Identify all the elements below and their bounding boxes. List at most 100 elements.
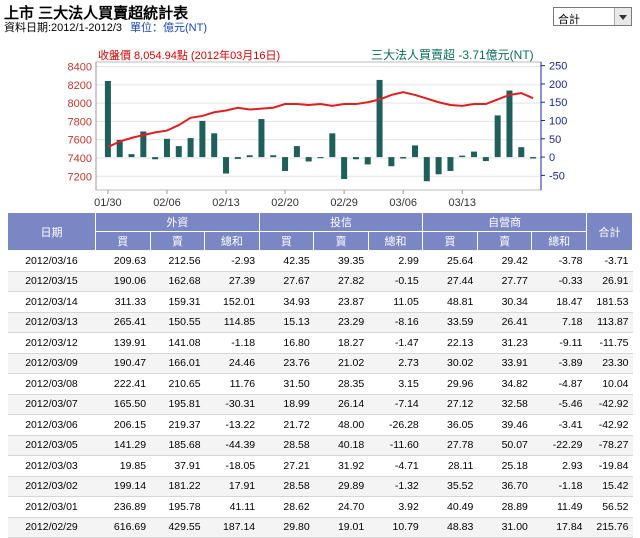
table-cell: 39.35 — [313, 250, 369, 272]
table-cell: 40.49 — [422, 496, 478, 518]
table-cell: 265.41 — [95, 312, 151, 333]
row-date: 2012/03/15 — [7, 271, 96, 292]
table-cell: -1.18 — [531, 476, 587, 497]
right-tick-label: 250 — [549, 61, 567, 73]
left-tick-label: 8200 — [68, 80, 92, 92]
table-cell: 35.52 — [422, 476, 478, 497]
table-cell: -4.71 — [368, 455, 423, 477]
table-cell: 27.82 — [313, 271, 369, 292]
table-cell: 50.07 — [477, 435, 532, 456]
table-cell: 21.72 — [259, 414, 314, 436]
x-tick-label: 02/20 — [271, 197, 299, 209]
table-cell: 113.87 — [586, 312, 633, 333]
table-cell: 210.65 — [150, 373, 205, 395]
table-cell: 30.02 — [422, 353, 478, 374]
table-cell: -0.33 — [531, 271, 587, 292]
table-cell: 23.87 — [313, 291, 369, 313]
left-tick-label: 7600 — [68, 135, 92, 147]
table-cell: -26.28 — [368, 414, 423, 436]
table-cell: 25.18 — [477, 455, 532, 477]
x-tick-label: 02/13 — [212, 197, 240, 209]
bar — [329, 133, 336, 158]
net-label: 三大法人買賣超 -3.71億元(NT) — [371, 47, 534, 62]
row-date: 2012/03/01 — [7, 496, 96, 518]
table-cell: 40.18 — [313, 435, 369, 456]
table-cell: 165.50 — [95, 394, 151, 415]
chevron-down-icon[interactable] — [614, 8, 631, 25]
table-row: 2012/03/14 311.33 159.31 152.01 34.93 23.87 11… — [7, 291, 633, 313]
bar — [258, 119, 265, 158]
right-axis: 250 200 150 100 50 0 -50 — [540, 61, 567, 190]
close-price-label: 收盤價 8,054.94點 (2012年03月16日) — [98, 48, 280, 62]
table-cell: 48.81 — [422, 291, 478, 313]
x-tick-label: 03/06 — [389, 197, 417, 209]
table-cell: 2.93 — [531, 455, 587, 477]
bar — [494, 115, 501, 158]
table-cell: 141.08 — [150, 332, 205, 354]
table-row: 2012/03/09 190.47 166.01 24.46 23.76 21.02 2.7… — [7, 353, 633, 374]
table-cell: -4.87 — [531, 373, 587, 395]
table-cell: 34.93 — [259, 291, 314, 313]
table-cell: 31.50 — [259, 373, 314, 395]
left-tick-label: 7400 — [68, 153, 92, 165]
header-trust-buy: 買 — [258, 231, 315, 251]
table-cell: 42.35 — [259, 250, 314, 272]
table-cell: 11.76 — [204, 373, 260, 395]
bar — [234, 157, 241, 159]
table-cell: 34.82 — [477, 373, 532, 395]
row-date: 2012/03/16 — [7, 250, 96, 272]
table-cell: 7.18 — [531, 312, 587, 333]
table-cell: -3.78 — [531, 250, 587, 272]
market-select[interactable]: 合計 — [553, 7, 632, 26]
left-tick-label: 7200 — [68, 171, 92, 183]
bar — [341, 157, 348, 180]
header-trust: 投信 — [258, 212, 424, 232]
x-axis: 01/30 02/06 02/13 02/20 02/29 03/06 03/13 — [94, 190, 476, 209]
table-cell: 616.69 — [95, 517, 151, 538]
table-cell: 215.76 — [586, 517, 633, 538]
row-date: 2012/03/13 — [7, 312, 96, 333]
bar — [175, 146, 182, 158]
table-cell: 11.05 — [368, 291, 423, 313]
table-cell: 15.42 — [586, 476, 633, 497]
left-tick-label: 7800 — [68, 116, 92, 128]
table-cell: 27.21 — [259, 455, 314, 477]
table-cell: 48.83 — [422, 517, 478, 538]
bar — [270, 155, 277, 158]
table-cell: 36.05 — [422, 414, 478, 436]
table-cell: 19.85 — [95, 455, 151, 477]
table-cell: 27.78 — [422, 435, 478, 456]
table-row: 2012/03/13 265.41 150.55 114.85 15.13 23.29 -8… — [7, 312, 633, 333]
table-cell: 23.29 — [313, 312, 369, 333]
bar — [163, 138, 170, 158]
row-date: 2012/03/05 — [7, 435, 96, 456]
table-cell: 141.29 — [95, 435, 151, 456]
table-row: 2012/03/03 19.85 37.91 -18.05 27.21 31.92 -4.7… — [7, 455, 633, 477]
table-cell: 41.11 — [204, 496, 260, 518]
table-cell: 311.33 — [95, 291, 151, 313]
table-cell: 29.96 — [422, 373, 478, 395]
table-cell: -2.93 — [204, 250, 260, 272]
bar — [447, 157, 454, 171]
table-cell: 26.91 — [586, 271, 633, 292]
table-cell: 48.00 — [313, 414, 369, 436]
table-cell: 27.39 — [204, 271, 260, 292]
left-tick-label: 8400 — [68, 62, 92, 74]
x-tick-label: 03/13 — [448, 197, 476, 209]
table-cell: -3.71 — [586, 250, 633, 272]
right-tick-label: 0 — [549, 152, 555, 164]
table-cell: 28.58 — [259, 435, 314, 456]
header-dealer: 自營商 — [422, 212, 587, 232]
bar — [530, 157, 537, 159]
bar — [352, 157, 359, 160]
table-cell: 3.92 — [368, 496, 423, 518]
table-cell: -7.14 — [368, 394, 423, 415]
table-cell: 25.64 — [422, 250, 478, 272]
bar — [518, 147, 525, 158]
bar — [152, 157, 159, 160]
table-cell: -78.27 — [586, 435, 633, 456]
row-date: 2012/03/07 — [7, 394, 96, 415]
table-cell: 19.01 — [313, 517, 369, 538]
bar — [423, 157, 430, 182]
table-cell: 236.89 — [95, 496, 151, 518]
